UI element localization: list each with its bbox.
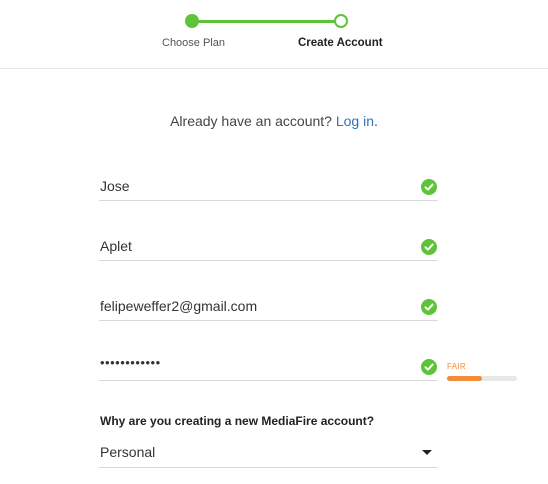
step-label-choose-plan[interactable]: Choose Plan — [162, 37, 225, 49]
last-name-value: Aplet — [100, 238, 132, 254]
email-field[interactable]: felipeweffer2@gmail.com — [99, 293, 438, 321]
caret-down-icon[interactable] — [422, 450, 432, 455]
check-circle-icon — [421, 359, 437, 375]
login-link[interactable]: Log in — [336, 113, 374, 129]
account-reason-selected: Personal — [100, 444, 156, 460]
check-circle-icon — [421, 179, 437, 195]
login-prompt-text: Already have an account? — [170, 113, 332, 129]
first-name-value: Jose — [100, 178, 130, 194]
password-strength-track — [447, 376, 517, 381]
password-strength-fill — [447, 376, 482, 381]
progress-stepper: Choose Plan Create Account — [0, 0, 548, 69]
check-circle-icon — [421, 299, 437, 315]
login-prompt: Already have an account? Log in. — [0, 113, 548, 129]
check-circle-icon — [421, 239, 437, 255]
password-strength-meter: FAIR — [447, 362, 518, 381]
account-reason-question: Why are you creating a new MediaFire acc… — [100, 414, 375, 428]
password-value: •••••••••••• — [100, 355, 161, 370]
login-prompt-suffix: . — [374, 113, 378, 129]
step-current-dot — [334, 14, 348, 28]
step-completed-dot — [185, 14, 199, 28]
first-name-field[interactable]: Jose — [99, 173, 438, 201]
account-reason-select[interactable]: Personal — [99, 440, 438, 468]
last-name-field[interactable]: Aplet — [99, 233, 438, 261]
stepper-connector-line — [192, 20, 341, 23]
step-label-create-account: Create Account — [298, 37, 383, 49]
password-strength-label: FAIR — [447, 362, 466, 371]
email-value: felipeweffer2@gmail.com — [100, 298, 258, 314]
password-field[interactable]: •••••••••••• — [99, 353, 438, 381]
